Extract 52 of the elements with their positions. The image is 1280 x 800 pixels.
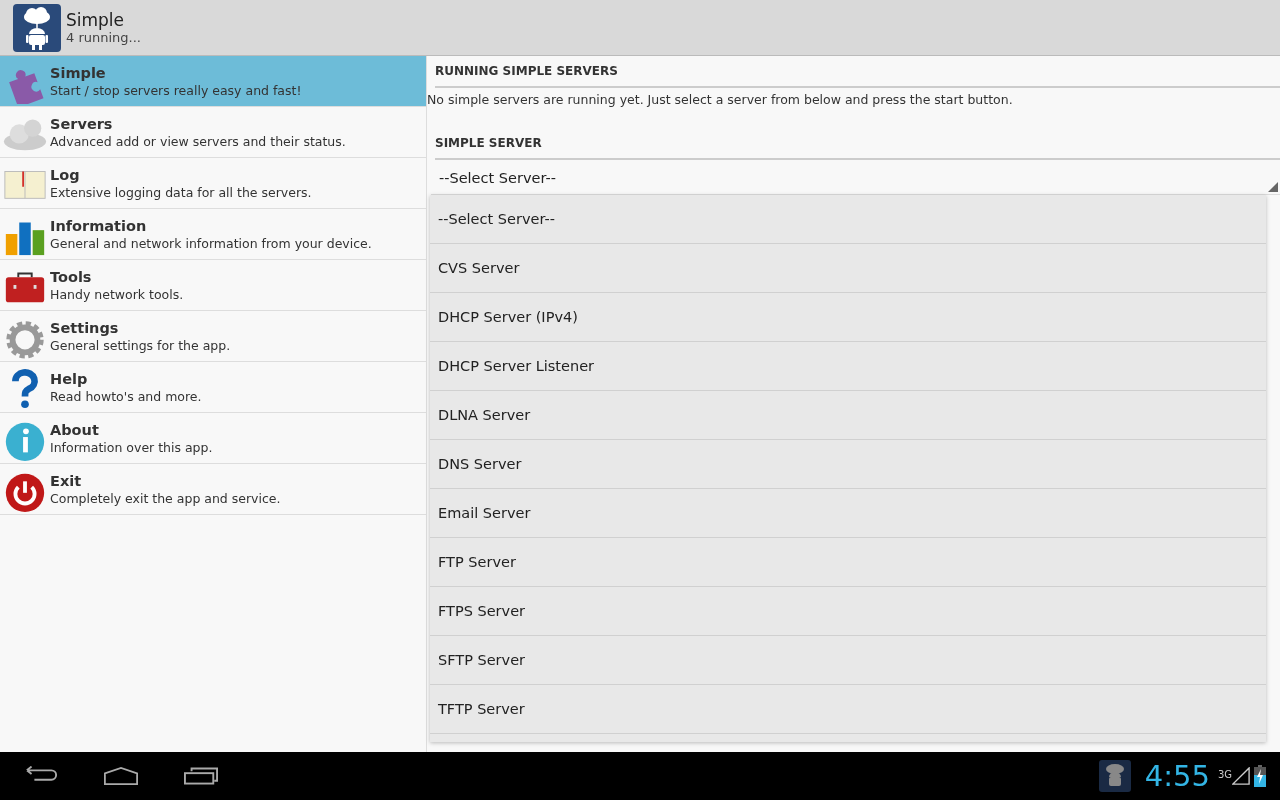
menu-item-description: Read howto's and more. xyxy=(50,388,202,404)
app-subtitle: 4 running... xyxy=(66,30,141,45)
menu-item-title: Simple xyxy=(50,64,107,81)
menu-item-title: Settings xyxy=(50,319,120,336)
clock: 4:55 xyxy=(1144,759,1210,793)
menu-item[interactable]: Servers Advanced add or view servers and their status. xyxy=(0,107,426,158)
dropdown-option[interactable]: DHCP Server (IPv4) xyxy=(430,293,1266,342)
menu-item-title: About xyxy=(50,421,100,438)
menu-item[interactable]: Help Read howto's and more. xyxy=(0,362,426,413)
dropdown-option[interactable]: CVS Server xyxy=(430,244,1266,293)
dropdown-option[interactable]: Email Server xyxy=(430,489,1266,538)
menu-item[interactable]: Simple Start / stop servers really easy and fast! xyxy=(0,56,426,107)
signal-icon xyxy=(1232,767,1250,785)
status-message: No simple servers are running yet. Just select a server from below and press the start button. xyxy=(427,91,1014,109)
menu-item-description: Start / stop servers really easy and fast! xyxy=(50,82,302,98)
dropdown-option[interactable]: DLNA Server xyxy=(430,391,1266,440)
menu-item[interactable]: About Information over this app. xyxy=(0,413,426,464)
menu-item[interactable]: Log Extensive logging data for all the servers. xyxy=(0,158,426,209)
menu-item-title: Help xyxy=(50,370,89,387)
dropdown-option[interactable]: --Select Server-- xyxy=(430,195,1266,244)
dropdown-option[interactable]: DHCP Server Listener xyxy=(430,342,1266,391)
recent-apps-icon[interactable] xyxy=(184,766,218,786)
menu-item-description: Completely exit the app and service. xyxy=(50,490,281,506)
menu-item-description: Handy network tools. xyxy=(50,286,184,302)
menu-item-title: Log xyxy=(50,166,81,183)
menu-item-title: Tools xyxy=(50,268,93,285)
network-type: 3G xyxy=(1217,769,1232,780)
menu-item-description: Extensive logging data for all the servers. xyxy=(50,184,312,200)
app-notification-icon[interactable] xyxy=(1098,760,1131,792)
menu-item[interactable]: Settings General settings for the app. xyxy=(0,311,426,362)
app-icon[interactable] xyxy=(13,3,61,52)
menu-item[interactable]: Tools Handy network tools. xyxy=(0,260,426,311)
menu-item-description: Information over this app. xyxy=(50,439,213,455)
menu-item[interactable]: Information General and network information from your device. xyxy=(0,209,426,260)
dropdown-option[interactable]: TFTP Server xyxy=(430,685,1266,734)
menu-item-description: General settings for the app. xyxy=(50,337,231,353)
menu-item-title: Information xyxy=(50,217,148,234)
dropdown-corner-icon xyxy=(1268,182,1278,192)
section-header: RUNNING SIMPLE SERVERS xyxy=(435,56,1280,88)
section-header: SIMPLE SERVER xyxy=(435,128,1280,160)
dropdown-option[interactable]: SFTP Server xyxy=(430,636,1266,685)
battery-icon xyxy=(1254,765,1266,787)
dropdown-option[interactable]: FTPS Server xyxy=(430,587,1266,636)
menu-item-description: General and network information from your device. xyxy=(50,235,372,251)
dropdown-option[interactable]: DNS Server xyxy=(430,440,1266,489)
app-title: Simple xyxy=(66,10,126,30)
menu-item[interactable]: Exit Completely exit the app and service. xyxy=(0,464,426,515)
menu-item-title: Exit xyxy=(50,472,83,489)
dropdown-option[interactable]: FTP Server xyxy=(430,538,1266,587)
menu-item-title: Servers xyxy=(50,115,114,132)
menu-item-description: Advanced add or view servers and their status. xyxy=(50,133,346,149)
home-icon[interactable] xyxy=(104,766,138,786)
